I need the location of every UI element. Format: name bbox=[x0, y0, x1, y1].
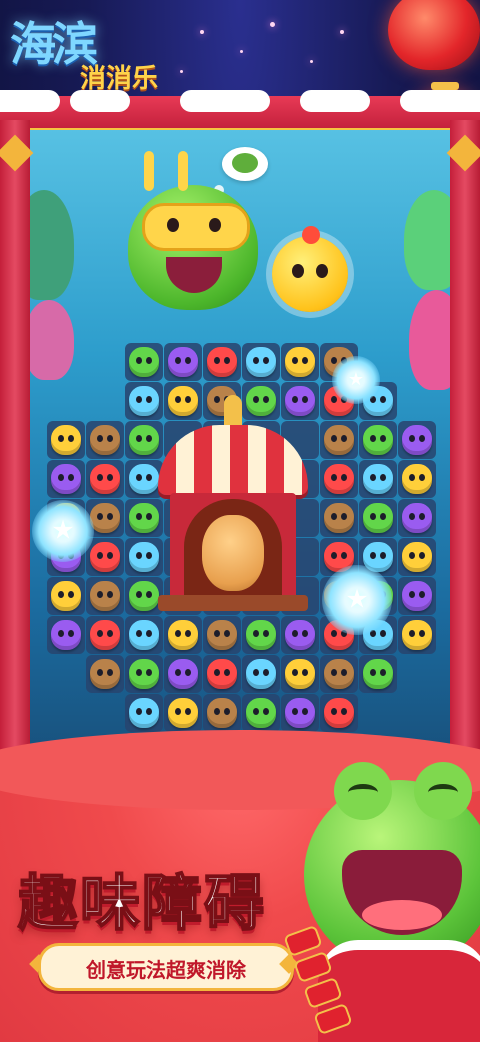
animal-tile[interactable] bbox=[129, 620, 159, 650]
animal-tile[interactable] bbox=[129, 425, 159, 455]
star-orb-icon[interactable]: ★ bbox=[332, 356, 380, 404]
star-orb-icon[interactable]: ★ bbox=[32, 500, 94, 562]
animal-tile[interactable] bbox=[285, 698, 315, 728]
animal-tile[interactable] bbox=[324, 659, 354, 689]
animal-tile[interactable] bbox=[246, 620, 276, 650]
animal-tile[interactable] bbox=[207, 620, 237, 650]
frog-diver-character bbox=[128, 151, 258, 310]
animal-tile[interactable] bbox=[402, 464, 432, 494]
animal-tile[interactable] bbox=[324, 425, 354, 455]
animal-tile[interactable] bbox=[402, 425, 432, 455]
clown-bear-character bbox=[202, 515, 264, 591]
animal-tile[interactable] bbox=[246, 659, 276, 689]
animal-tile[interactable] bbox=[168, 659, 198, 689]
firework-spark bbox=[240, 50, 243, 53]
animal-tile[interactable] bbox=[129, 503, 159, 533]
frame-left-post bbox=[0, 120, 34, 770]
animal-tile[interactable] bbox=[402, 620, 432, 650]
animal-tile[interactable] bbox=[246, 698, 276, 728]
lantern-icon bbox=[388, 0, 480, 70]
subheadline-pill: 创意玩法超爽消除 bbox=[38, 943, 294, 991]
animal-tile[interactable] bbox=[363, 659, 393, 689]
coral-icon bbox=[404, 190, 456, 290]
firework-spark bbox=[200, 30, 204, 34]
animal-tile[interactable] bbox=[207, 347, 237, 377]
animal-tile[interactable] bbox=[90, 659, 120, 689]
animal-tile[interactable] bbox=[324, 503, 354, 533]
frame-right-post bbox=[446, 120, 480, 770]
firework-spark bbox=[180, 70, 183, 73]
animal-tile[interactable] bbox=[129, 542, 159, 572]
animal-tile[interactable] bbox=[168, 698, 198, 728]
animal-tile[interactable] bbox=[285, 620, 315, 650]
frog-mouth bbox=[166, 257, 222, 293]
animal-tile[interactable] bbox=[129, 386, 159, 416]
game-logo: 海滨 消消乐 bbox=[10, 8, 180, 103]
animal-tile[interactable] bbox=[324, 698, 354, 728]
firework-spark bbox=[340, 30, 344, 34]
animal-tile[interactable] bbox=[51, 581, 81, 611]
frame-top-bar bbox=[0, 90, 480, 131]
goggles-icon bbox=[142, 203, 250, 251]
animal-tile[interactable] bbox=[285, 659, 315, 689]
coral-icon bbox=[24, 190, 74, 300]
animal-tile[interactable] bbox=[402, 581, 432, 611]
animal-tile[interactable] bbox=[90, 620, 120, 650]
animal-tile[interactable] bbox=[363, 425, 393, 455]
firework-spark bbox=[310, 60, 313, 63]
animal-tile[interactable] bbox=[90, 464, 120, 494]
animal-tile[interactable] bbox=[402, 503, 432, 533]
animal-tile[interactable] bbox=[168, 620, 198, 650]
animal-tile[interactable] bbox=[90, 542, 120, 572]
animal-tile[interactable] bbox=[129, 581, 159, 611]
animal-tile[interactable] bbox=[51, 425, 81, 455]
animal-tile[interactable] bbox=[51, 620, 81, 650]
animal-tile[interactable] bbox=[207, 659, 237, 689]
animal-tile[interactable] bbox=[90, 425, 120, 455]
animal-tile[interactable] bbox=[129, 347, 159, 377]
game-promo-screen: 海滨 消消乐 ★ ★ ★ 趣味障碍 创意玩法超爽消除 bbox=[0, 0, 480, 1042]
animal-tile[interactable] bbox=[402, 542, 432, 572]
star-orb-icon[interactable]: ★ bbox=[322, 565, 392, 635]
animal-tile[interactable] bbox=[246, 347, 276, 377]
animal-tile[interactable] bbox=[129, 698, 159, 728]
headline: 趣味障碍 bbox=[17, 868, 266, 940]
animal-tile[interactable] bbox=[51, 464, 81, 494]
animal-tile[interactable] bbox=[207, 698, 237, 728]
animal-tile[interactable] bbox=[129, 464, 159, 494]
animal-tile[interactable] bbox=[363, 503, 393, 533]
animal-tile[interactable] bbox=[90, 503, 120, 533]
animal-tile[interactable] bbox=[129, 659, 159, 689]
animal-tile[interactable] bbox=[324, 464, 354, 494]
animal-tile[interactable] bbox=[90, 581, 120, 611]
circus-tent-obstacle bbox=[158, 395, 308, 611]
animal-tile[interactable] bbox=[363, 464, 393, 494]
animal-tile[interactable] bbox=[285, 347, 315, 377]
turtle-bubble-icon bbox=[222, 147, 268, 181]
animal-tile[interactable] bbox=[168, 347, 198, 377]
subheadline: 创意玩法超爽消除 bbox=[86, 958, 246, 982]
chick-character bbox=[272, 226, 348, 312]
firework-spark bbox=[270, 22, 275, 27]
